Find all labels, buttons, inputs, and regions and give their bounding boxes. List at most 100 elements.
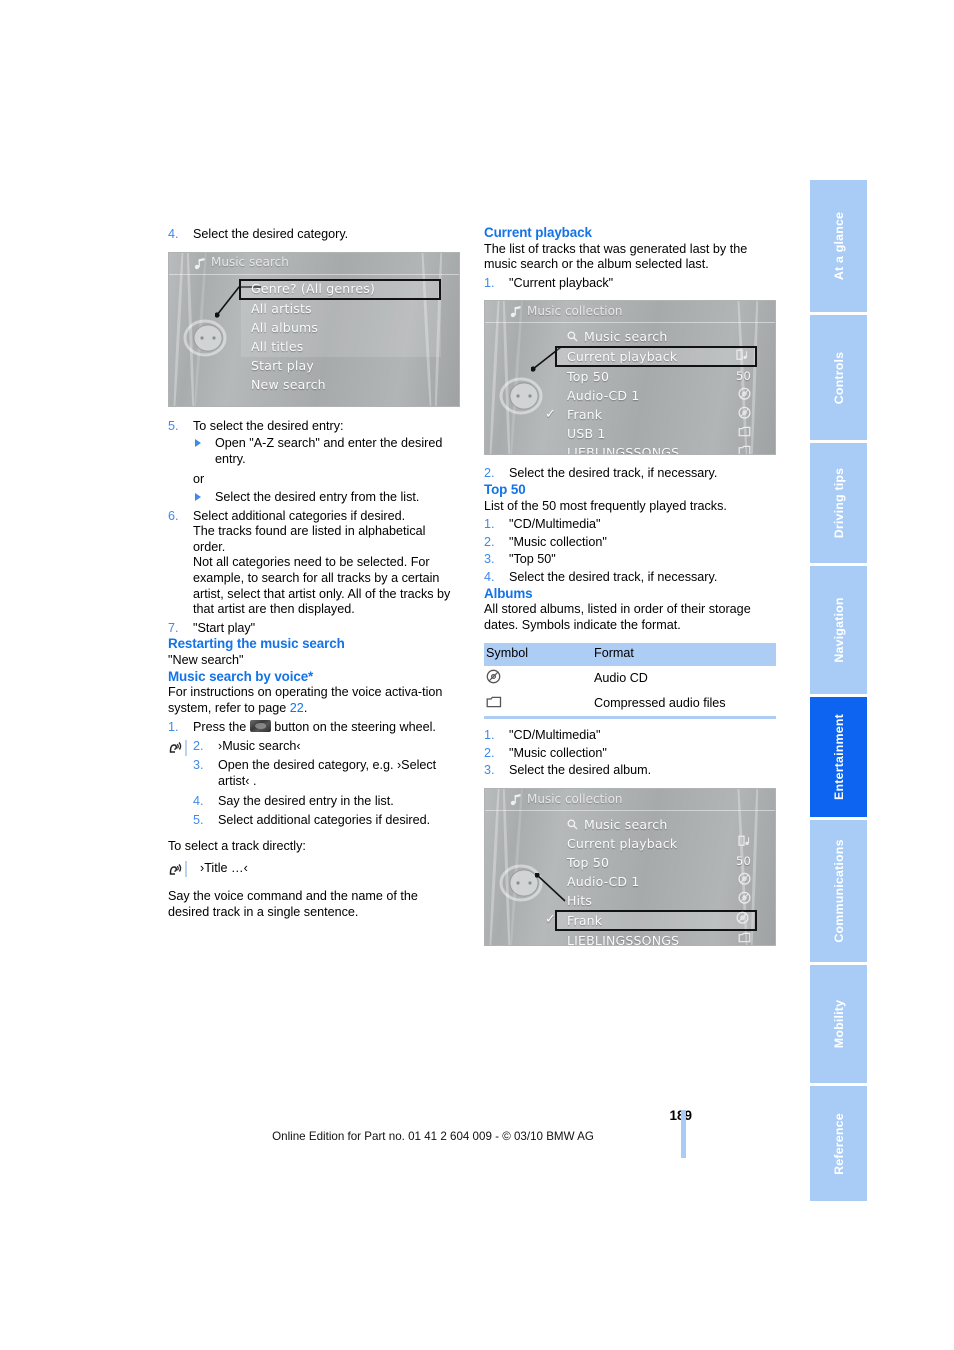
voice-command-icon	[168, 739, 187, 756]
column-header-symbol: Symbol	[484, 643, 592, 666]
sidebar-item-communications[interactable]: Communications	[810, 820, 867, 962]
list-item: 1. "CD/Multimedia"	[484, 517, 776, 533]
page-reference-link[interactable]: 22	[290, 701, 304, 715]
screen-row-label: Current playback	[567, 835, 678, 851]
list-item: Select the desired entry from the list.	[193, 490, 460, 506]
screen-row-label: New search	[251, 377, 326, 393]
screen-row[interactable]: New search	[241, 376, 441, 395]
usb-music-icon	[738, 835, 751, 853]
step-number: 1.	[484, 275, 495, 290]
folder-icon	[738, 444, 751, 455]
screen-row[interactable]: Audio-CD 1	[557, 872, 757, 891]
step-number: 4.	[168, 227, 179, 241]
screen-row[interactable]: Start play	[241, 357, 441, 376]
list-item: 1. Press the button on the steering whee…	[168, 720, 460, 736]
list-item: 7. "Start play"	[168, 621, 460, 637]
screen-row[interactable]: All titles	[241, 337, 441, 357]
cell-symbol	[484, 666, 592, 692]
sidebar-item-driving-tips[interactable]: Driving tips	[810, 443, 867, 563]
idrive-controller-knob	[497, 370, 549, 422]
voice-step-list: 1. Press the button on the steering whee…	[168, 720, 460, 736]
sidebar-item-controls[interactable]: Controls	[810, 315, 867, 440]
triangle-bullet-icon	[195, 492, 201, 501]
screen-row-label: Top 50	[567, 854, 610, 870]
audio-cd-icon	[736, 912, 749, 930]
step-number: 1.	[484, 517, 495, 532]
magnifier-icon	[567, 331, 578, 342]
sidebar-item-reference[interactable]: Reference	[810, 1086, 867, 1201]
screen-row-label: Current playback	[567, 349, 678, 365]
direct-track-intro: To select a track directly:	[168, 838, 306, 853]
list-item: 5. Select additional categories if desir…	[193, 813, 460, 829]
step-number: 3.	[484, 763, 495, 778]
sidebar-item-entertainment[interactable]: Entertainment	[810, 697, 867, 817]
step-number: 4.	[484, 569, 495, 584]
step-text-line1: Select additional categories if desired.	[193, 508, 406, 523]
screen-row[interactable]: Current playback	[555, 346, 757, 368]
screen-row[interactable]: LIEBLINGSSONGS	[557, 443, 757, 455]
screen-row[interactable]: LIEBLINGSSONGS	[557, 931, 757, 945]
screen-row-label: Start play	[251, 358, 314, 374]
screen-row[interactable]: Top 50 50	[557, 853, 757, 872]
idrive-controller-knob	[497, 857, 549, 909]
table-row: Audio CD	[484, 666, 776, 692]
cell-symbol	[484, 691, 592, 720]
list-item: 1. "Current playback"	[484, 276, 776, 292]
screen-row[interactable]: Top 50 50	[557, 367, 757, 386]
screen-row[interactable]: Music search	[557, 327, 757, 346]
sidebar-item-navigation[interactable]: Navigation	[810, 566, 867, 694]
music-note-icon	[509, 305, 523, 319]
audio-cd-icon	[486, 669, 501, 687]
audio-cd-icon	[738, 387, 751, 405]
list-item: 3. Select the desired album.	[484, 763, 776, 779]
step-text: "Top 50"	[509, 552, 556, 567]
screen-row-label: Top 50	[567, 369, 610, 385]
checkmark-icon: ✓	[545, 407, 557, 423]
step-text: Select additional categories if desired.	[218, 813, 431, 828]
screen-row[interactable]: All albums	[241, 318, 441, 338]
bullet-list: Open "A-Z search" and enter the desired …	[193, 436, 460, 467]
table-row: Compressed audio files	[484, 691, 776, 720]
screen-row[interactable]: USB 1	[557, 424, 757, 443]
step-number: 6.	[168, 508, 179, 523]
albums-step-list: 1. "CD/Multimedia" 2. "Music collection"…	[484, 728, 776, 779]
screen-row-label: Audio-CD 1	[567, 873, 640, 889]
screen-row[interactable]: ✓ Frank	[545, 405, 757, 424]
screen-row[interactable]: ✓ Frank	[545, 909, 757, 931]
step-text: ›Music search‹	[218, 738, 301, 753]
list-item: 3. "Top 50"	[484, 552, 776, 568]
list-item: 6. Select additional categories if desir…	[168, 509, 460, 618]
direct-track-note: Say the voice command and the name of th…	[168, 889, 418, 920]
step-list-select-entry: 5. To select the desired entry: Open "A-…	[168, 419, 460, 637]
screen-row[interactable]: Audio-CD 1	[557, 386, 757, 405]
step-text: "Current playback"	[509, 275, 614, 290]
heading-top-50: Top 50	[484, 481, 526, 497]
audio-cd-icon	[738, 873, 751, 891]
tab-label: Driving tips	[831, 467, 846, 539]
screen-row[interactable]: Music search	[557, 815, 757, 834]
screen-row[interactable]: Current playback	[557, 834, 757, 853]
step-text: "CD/Multimedia"	[509, 517, 601, 532]
sidebar-item-mobility[interactable]: Mobility	[810, 965, 867, 1083]
step-number: 1.	[168, 720, 179, 735]
column-header-format: Format	[592, 643, 776, 666]
music-note-icon	[193, 257, 207, 271]
screen-row[interactable]: Hits	[557, 891, 757, 910]
magnifier-icon	[567, 819, 578, 830]
audio-cd-icon	[738, 406, 751, 424]
direct-voice-command-row: ›Title …‹	[168, 861, 460, 879]
idrive-screenshot-music-collection-current: Music collection Music search Current pl…	[484, 300, 776, 456]
idrive-screenshot-music-collection-albums: Music collection Music search Current pl…	[484, 787, 776, 946]
screen-row[interactable]: Genre? (All genres)	[239, 278, 441, 300]
bullet-text: Select the desired entry from the list.	[215, 489, 420, 504]
cell-format: Compressed audio files	[592, 691, 776, 720]
screen-row-label: Hits	[567, 892, 593, 908]
heading-current-playback: Current playback	[484, 225, 592, 240]
bullet-text: Open "A-Z search" and enter the desired …	[215, 436, 443, 466]
sidebar-item-at-a-glance[interactable]: At a glance	[810, 180, 867, 312]
screen-row[interactable]: All artists	[241, 299, 441, 319]
screen-row-label: Frank	[567, 912, 603, 928]
step-number: 2.	[484, 745, 495, 760]
table-header-row: Symbol Format	[484, 643, 776, 666]
current-playback-step-list: 1. "Current playback"	[484, 276, 776, 292]
